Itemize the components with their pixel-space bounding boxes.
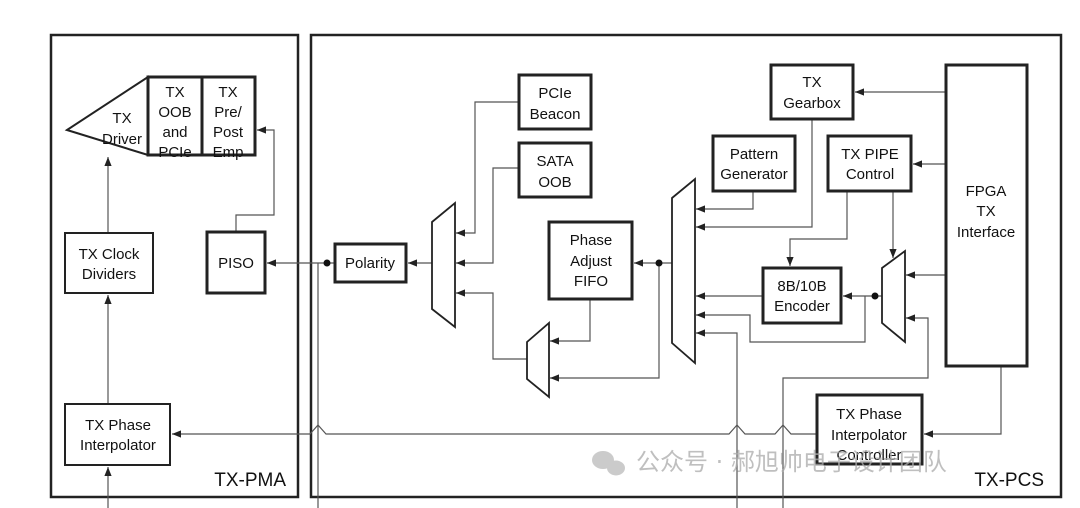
svg-text:PCIe: PCIe — [158, 144, 191, 161]
svg-text:FIFO: FIFO — [574, 273, 608, 290]
tx-phase-interpolator-block: TX Phase Interpolator — [64, 403, 171, 466]
fpga-tx-interface-block: FPGA TX Interface — [944, 63, 1029, 368]
svg-text:SATA: SATA — [537, 153, 574, 170]
svg-text:and: and — [162, 124, 187, 141]
svg-text:Interface: Interface — [957, 224, 1015, 241]
svg-text:FPGA: FPGA — [966, 183, 1007, 200]
svg-text:Encoder: Encoder — [774, 298, 830, 315]
svg-text:Control: Control — [846, 166, 894, 183]
tx-driver: TX Driver — [64, 75, 149, 157]
svg-text:Driver: Driver — [102, 131, 142, 148]
svg-text:Phase: Phase — [570, 232, 613, 249]
svg-text:Gearbox: Gearbox — [783, 95, 841, 112]
piso-block: PISO — [205, 230, 267, 295]
output-mux — [431, 201, 456, 329]
svg-text:TX Phase: TX Phase — [85, 417, 151, 434]
pcie-beacon-block: PCIe Beacon — [517, 73, 593, 131]
svg-text:Interpolator: Interpolator — [80, 437, 156, 454]
phase-adjust-fifo-block: Phase Adjust FIFO — [547, 220, 634, 301]
svg-text:Interpolator: Interpolator — [831, 427, 907, 444]
tx-pcs-label: TX-PCS — [974, 470, 1044, 491]
tx-clock-dividers-block: TX Clock Dividers — [64, 232, 154, 294]
tx-pipe-control-block: TX PIPE Control — [826, 134, 913, 193]
tx-oob-pcie-block: TX OOB and PCIe — [146, 75, 204, 161]
svg-text:TX Clock: TX Clock — [79, 246, 140, 263]
tx-pma-label: TX-PMA — [214, 470, 286, 491]
svg-text:TX: TX — [218, 84, 237, 101]
svg-text:TX: TX — [976, 203, 995, 220]
svg-text:8B/10B: 8B/10B — [777, 278, 826, 295]
tx-gearbox-block: TX Gearbox — [769, 63, 855, 121]
pcs-data-mux — [671, 177, 696, 365]
tx-block-diagram: TX-PMA TX-PCS TX Driver TX OOB and PCIe … — [49, 33, 1063, 508]
polarity-block: Polarity — [333, 242, 408, 284]
svg-text:Polarity: Polarity — [345, 255, 396, 272]
svg-text:Dividers: Dividers — [82, 266, 136, 283]
wechat-icon — [592, 451, 625, 476]
svg-text:Pattern: Pattern — [730, 146, 778, 163]
svg-text:TX: TX — [112, 110, 131, 127]
svg-text:OOB: OOB — [158, 104, 191, 121]
pattern-generator-block: Pattern Generator — [711, 134, 797, 193]
encoder-bypass-mux — [881, 249, 906, 344]
svg-text:Emp: Emp — [213, 144, 244, 161]
svg-text:TX: TX — [165, 84, 184, 101]
svg-text:TX: TX — [802, 74, 821, 91]
sata-oob-block: SATA OOB — [517, 141, 593, 199]
watermark: 公众号 · 郝旭帅电子设计团队 — [592, 448, 947, 476]
svg-text:Pre/: Pre/ — [214, 104, 242, 121]
svg-text:公众号 · 郝旭帅电子设计团队: 公众号 · 郝旭帅电子设计团队 — [636, 448, 947, 476]
fifo-bypass-mux — [526, 321, 550, 399]
svg-text:PCIe: PCIe — [538, 85, 571, 102]
svg-text:Post: Post — [213, 124, 244, 141]
tx-pre-post-emphasis-block: TX Pre/ Post Emp — [200, 75, 257, 161]
svg-text:Adjust: Adjust — [570, 253, 613, 270]
8b10b-encoder-block: 8B/10B Encoder — [761, 266, 843, 325]
svg-text:Generator: Generator — [720, 166, 788, 183]
svg-text:Beacon: Beacon — [530, 106, 581, 123]
svg-text:PISO: PISO — [218, 255, 254, 272]
svg-text:OOB: OOB — [538, 174, 571, 191]
svg-text:TX PIPE: TX PIPE — [841, 146, 899, 163]
svg-text:TX Phase: TX Phase — [836, 406, 902, 423]
